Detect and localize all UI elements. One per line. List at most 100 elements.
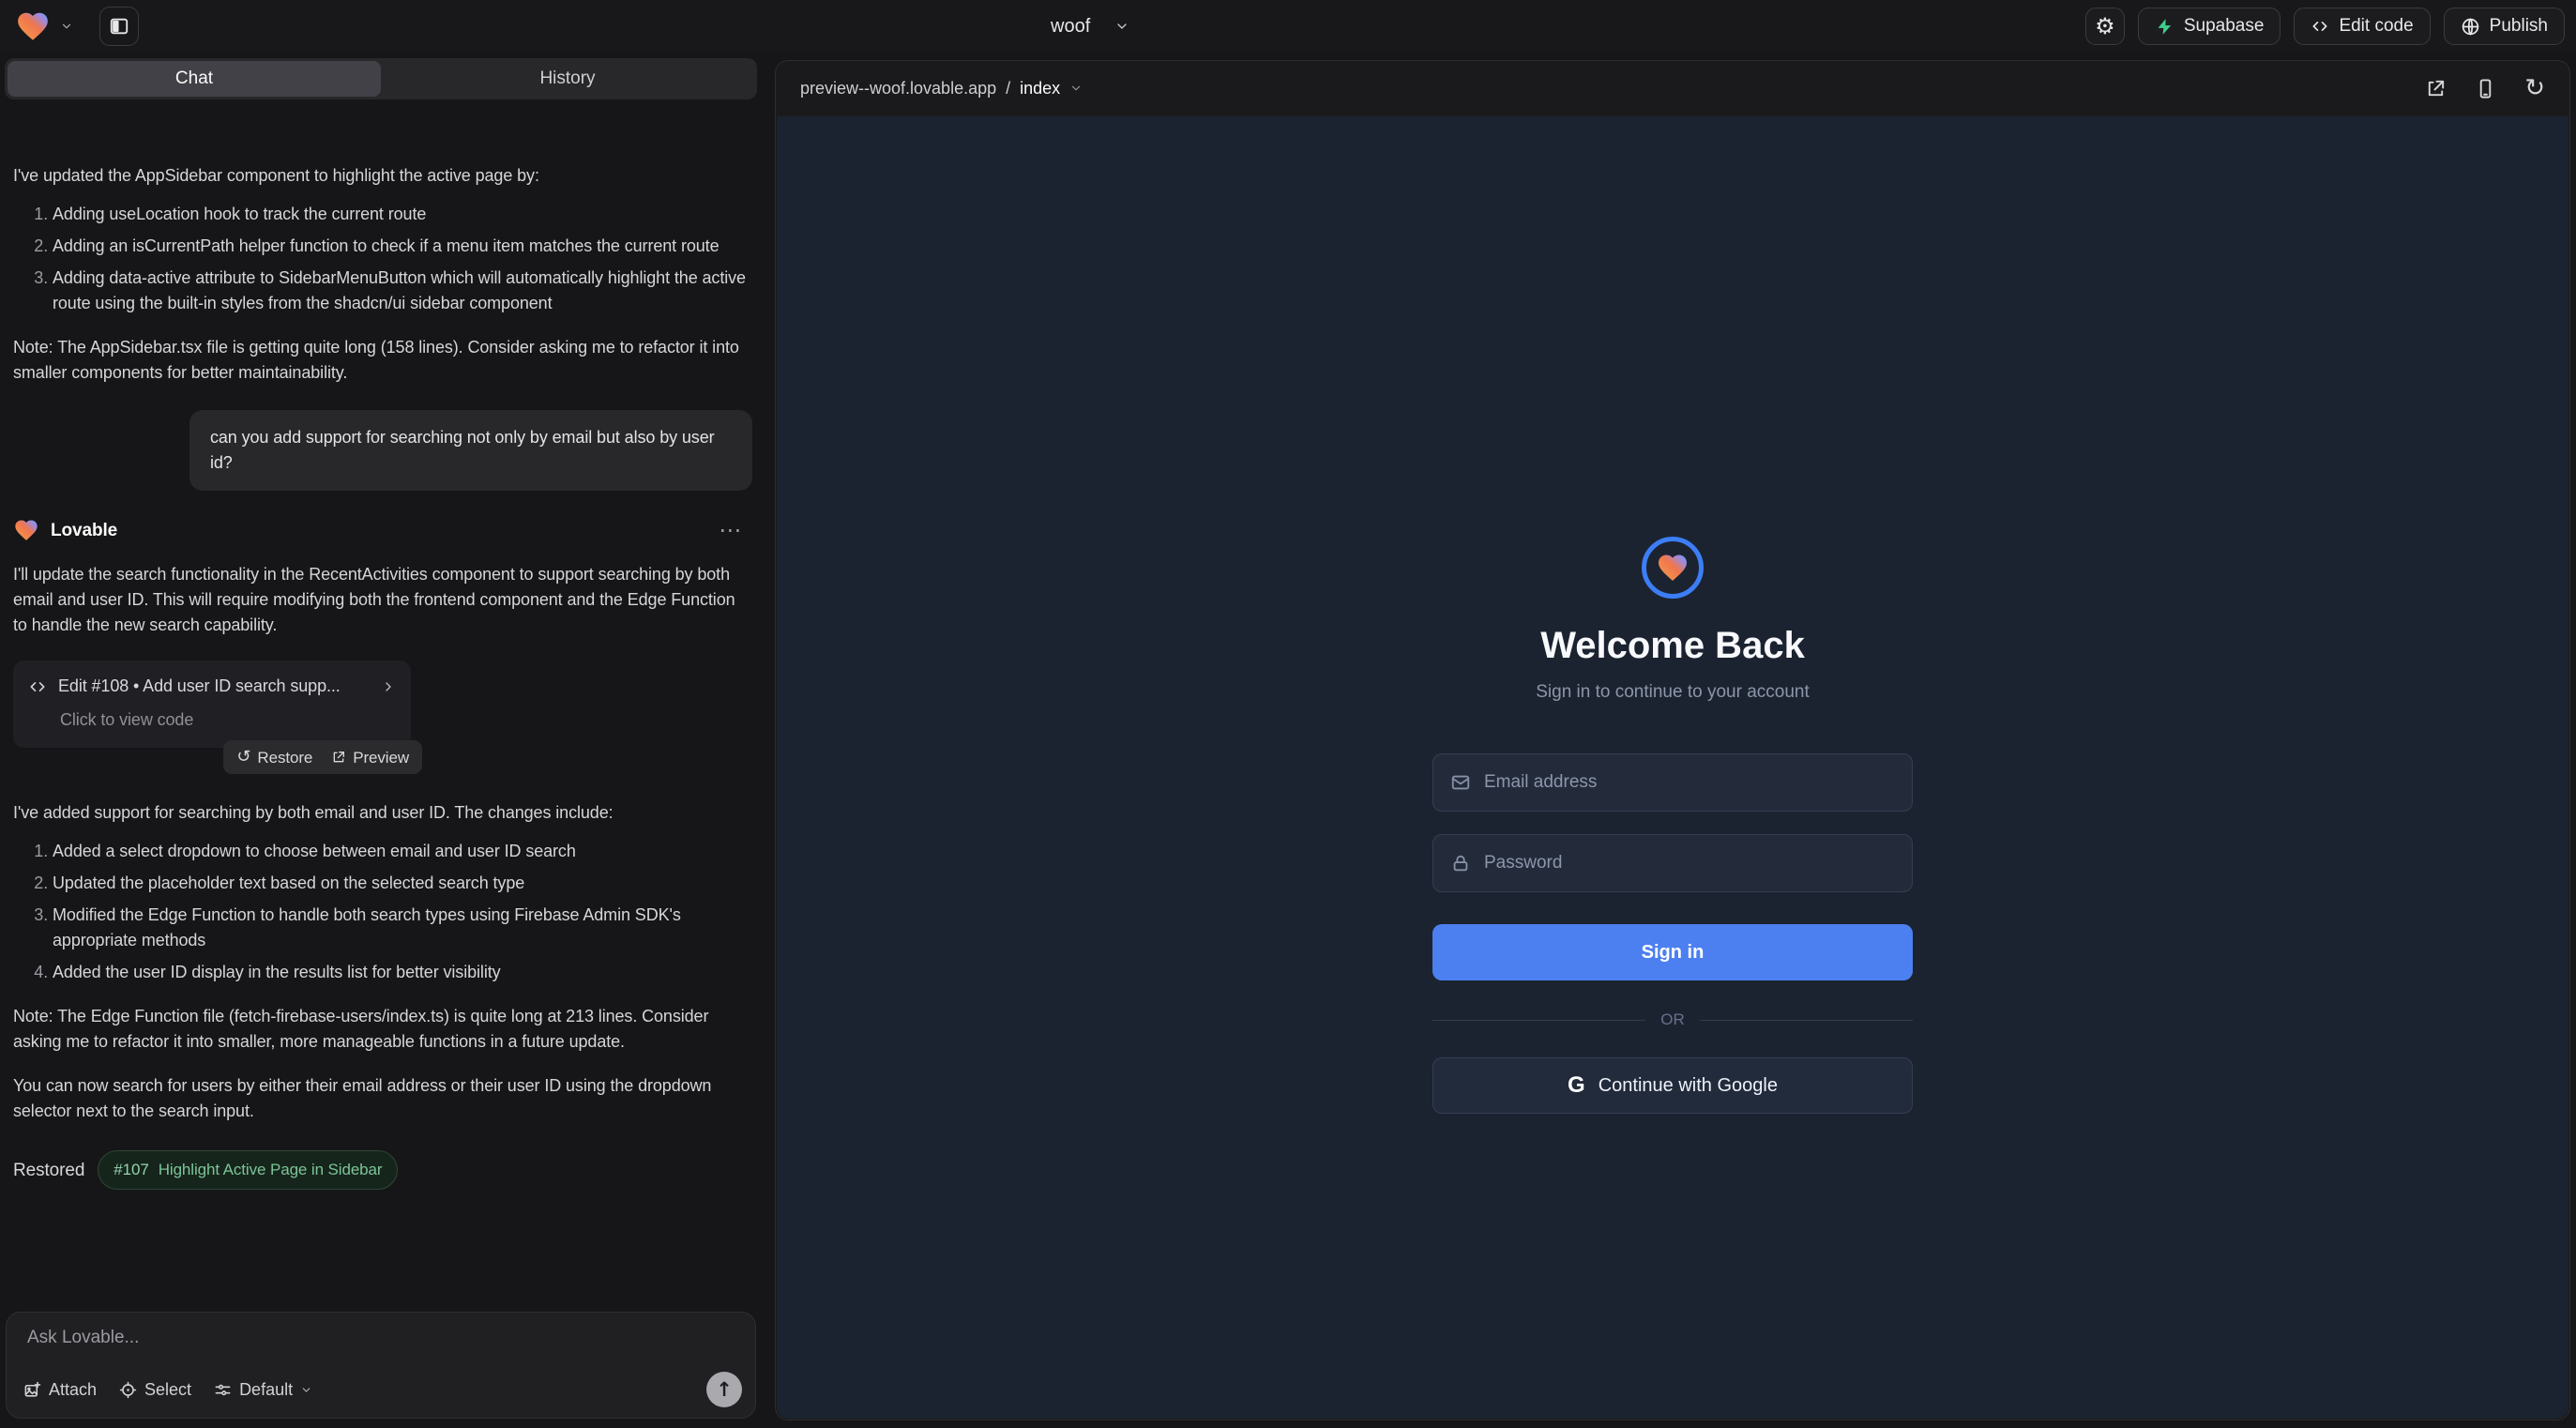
login-subtitle: Sign in to continue to your account: [1432, 682, 1913, 703]
assistant-header: Lovable ⋯: [13, 517, 752, 543]
lovable-heart-icon: [15, 8, 51, 44]
supabase-icon: [2155, 17, 2174, 37]
chat-input[interactable]: [27, 1328, 735, 1360]
assistant-paragraph: You can now search for users by either t…: [13, 1073, 752, 1124]
lock-icon: [1450, 853, 1471, 874]
chevron-down-icon: [1114, 19, 1129, 34]
attach-image-icon: [23, 1381, 41, 1399]
external-link-icon: [331, 750, 346, 765]
select-label: Select: [144, 1380, 191, 1400]
sliders-icon: [214, 1381, 232, 1399]
restore-icon: ↺: [236, 749, 250, 766]
topbar: woof ⚙ Supabase Edit code Publish: [0, 0, 2576, 53]
or-divider: OR: [1432, 1010, 1913, 1029]
chat-history-tabs: Chat History: [5, 58, 757, 99]
chevron-down-icon: [1069, 82, 1083, 95]
globe-icon: [2461, 17, 2480, 37]
chat-messages: I've updated the AppSidebar component to…: [13, 160, 752, 1304]
mode-selector[interactable]: Default: [214, 1380, 312, 1400]
project-selector[interactable]: woof: [1051, 0, 1129, 53]
panel-icon: [109, 16, 129, 37]
email-input[interactable]: [1484, 772, 1895, 793]
preview-url-domain: preview--woof.lovable.app: [800, 79, 996, 99]
tab-chat[interactable]: Chat: [8, 61, 381, 97]
preview-url-page: index: [1020, 79, 1060, 99]
list-item: Adding an isCurrentPath helper function …: [53, 234, 752, 259]
mobile-view-icon[interactable]: [2475, 78, 2496, 99]
gear-icon: ⚙: [2095, 15, 2115, 38]
project-name: woof: [1051, 16, 1090, 38]
restored-row: Restored #107 Highlight Active Page in S…: [13, 1150, 752, 1190]
app-logo: [1642, 537, 1704, 599]
list-item: Added the user ID display in the results…: [53, 960, 752, 985]
list-item: Added a select dropdown to choose betwee…: [53, 839, 752, 864]
restore-button[interactable]: ↺ Restore: [236, 745, 312, 770]
topbar-actions: ⚙ Supabase Edit code Publish: [2085, 8, 2565, 45]
lovable-logo-menu[interactable]: [15, 8, 73, 44]
list-item: Modified the Edge Function to handle bot…: [53, 903, 752, 953]
google-label: Continue with Google: [1599, 1075, 1778, 1097]
sign-in-button[interactable]: Sign in: [1432, 924, 1913, 980]
preview-label: Preview: [353, 745, 409, 770]
select-target-icon: [119, 1381, 137, 1399]
open-in-new-tab-icon[interactable]: [2425, 78, 2447, 99]
settings-button[interactable]: ⚙: [2085, 8, 2125, 45]
composer: Attach Select Default ↑: [6, 1312, 756, 1419]
preview-panel: preview--woof.lovable.app / index ↻ Welc…: [775, 60, 2570, 1420]
publish-button[interactable]: Publish: [2444, 8, 2565, 45]
preview-button[interactable]: Preview: [331, 745, 409, 770]
user-message-bubble: can you add support for searching not on…: [189, 410, 752, 491]
code-icon: [2311, 17, 2329, 36]
chevron-right-icon[interactable]: [381, 679, 396, 694]
preview-viewport: Welcome Back Sign in to continue to your…: [777, 116, 2568, 1419]
assistant-name: Lovable: [51, 518, 117, 543]
preview-header: preview--woof.lovable.app / index ↻: [776, 61, 2569, 115]
mail-icon: [1450, 772, 1471, 793]
version-actions-bar: ↺ Restore Preview: [223, 740, 422, 774]
sidebar-toggle-button[interactable]: [99, 7, 139, 46]
version-number: #107: [114, 1157, 148, 1182]
list-item: Updated the placeholder text based on th…: [53, 871, 752, 896]
assistant-note: Note: The Edge Function file (fetch-fire…: [13, 1004, 752, 1055]
version-title: Highlight Active Page in Sidebar: [159, 1157, 383, 1182]
select-button[interactable]: Select: [119, 1380, 191, 1400]
edit-code-button[interactable]: Edit code: [2294, 8, 2430, 45]
attach-label: Attach: [49, 1380, 97, 1400]
assistant-list: Adding useLocation hook to track the cur…: [13, 202, 752, 316]
password-input[interactable]: [1484, 853, 1895, 874]
login-card: Welcome Back Sign in to continue to your…: [1432, 537, 1913, 1114]
restored-label: Restored: [13, 1158, 84, 1183]
assistant-paragraph: I'll update the search functionality in …: [13, 562, 752, 638]
email-field[interactable]: [1432, 753, 1913, 812]
arrow-up-icon: ↑: [716, 1378, 733, 1401]
list-item: Adding data-active attribute to SidebarM…: [53, 266, 752, 316]
send-button[interactable]: ↑: [706, 1372, 742, 1407]
edit-card-subtitle: Click to view code: [60, 707, 396, 733]
preview-url-selector[interactable]: preview--woof.lovable.app / index: [800, 79, 1083, 99]
assistant-paragraph: I've added support for searching by both…: [13, 800, 752, 826]
mode-label: Default: [239, 1380, 293, 1400]
password-field[interactable]: [1432, 834, 1913, 892]
assistant-paragraph: I've updated the AppSidebar component to…: [13, 163, 752, 189]
chat-panel: Chat History I've updated the AppSidebar…: [0, 53, 762, 1428]
chevron-down-icon: [300, 1384, 312, 1396]
edit-version-card[interactable]: Edit #108 • Add user ID search supp... C…: [13, 661, 411, 748]
refresh-icon[interactable]: ↻: [2524, 76, 2545, 100]
restored-version-badge[interactable]: #107 Highlight Active Page in Sidebar: [98, 1150, 398, 1190]
chevron-down-icon: [60, 20, 73, 33]
divider-line: [1432, 1020, 1645, 1021]
divider-line: [1700, 1020, 1913, 1021]
tab-history[interactable]: History: [381, 61, 754, 97]
supabase-button[interactable]: Supabase: [2138, 8, 2281, 45]
list-item: Adding useLocation hook to track the cur…: [53, 202, 752, 227]
google-sign-in-button[interactable]: G Continue with Google: [1432, 1057, 1913, 1114]
restore-label: Restore: [257, 745, 312, 770]
assistant-list: Added a select dropdown to choose betwee…: [13, 839, 752, 985]
preview-header-actions: ↻: [2425, 76, 2545, 100]
publish-label: Publish: [2490, 16, 2548, 37]
message-menu-icon[interactable]: ⋯: [719, 518, 741, 543]
lovable-heart-icon: [13, 517, 39, 543]
code-icon: [28, 677, 47, 696]
attach-button[interactable]: Attach: [23, 1380, 97, 1400]
assistant-note: Note: The AppSidebar.tsx file is getting…: [13, 335, 752, 386]
